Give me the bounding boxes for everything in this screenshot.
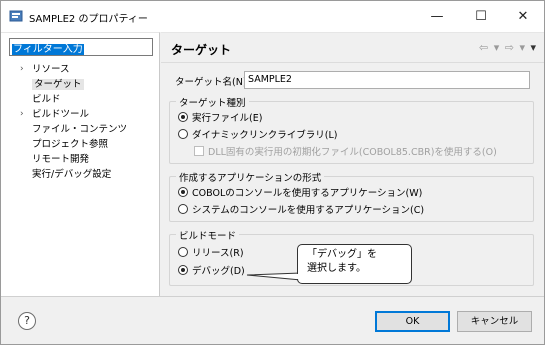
radio-label: リリース(R) <box>192 248 244 259</box>
sidebar-item-label: リソース <box>32 64 70 75</box>
sidebar-item-label: リモート開発 <box>32 154 90 165</box>
back-arrow-icon[interactable]: ⇦ <box>479 41 488 54</box>
radio-checked-icon[interactable] <box>178 112 188 122</box>
group-title: ターゲット種別 <box>176 95 249 109</box>
button-bar: ? OK キャンセル <box>1 296 544 344</box>
radio-dll[interactable]: ダイナミックリンクライブラリ(L) <box>178 129 338 143</box>
sidebar-item-file-contents[interactable]: ファイル・コンテンツ <box>32 122 127 137</box>
cancel-button[interactable]: キャンセル <box>457 311 532 332</box>
back-dropdown-icon[interactable]: ▾ <box>494 41 500 54</box>
radio-label: COBOLのコンソールを使用するアプリケーション(W) <box>192 188 423 199</box>
filter-input[interactable]: フィルター入力 <box>9 38 153 56</box>
radio-executable[interactable]: 実行ファイル(E) <box>178 112 262 126</box>
sidebar-item-build[interactable]: ビルド <box>32 92 61 107</box>
radio-label: 実行ファイル(E) <box>192 113 263 124</box>
forward-dropdown-icon[interactable]: ▾ <box>519 41 525 54</box>
sidebar-item-label: ターゲット <box>32 79 84 90</box>
radio-cobol-console[interactable]: COBOLのコンソールを使用するアプリケーション(W) <box>178 187 422 201</box>
sidebar: フィルター入力 › リソース ターゲット ビルド › ビルドツール ファイル・コ… <box>1 32 160 296</box>
maximize-button[interactable]: ☐ <box>459 1 503 32</box>
filter-input-text: フィルター入力 <box>12 44 84 55</box>
close-button[interactable]: ✕ <box>501 1 545 32</box>
app-format-group: 作成するアプリケーションの形式 COBOLのコンソールを使用するアプリケーション… <box>169 170 534 222</box>
radio-checked-icon[interactable] <box>178 187 188 197</box>
page-title: ターゲット <box>171 43 232 57</box>
sidebar-item-resource[interactable]: › リソース <box>20 62 70 77</box>
help-icon[interactable]: ? <box>18 312 36 330</box>
sidebar-item-project-ref[interactable]: プロジェクト参照 <box>32 137 108 152</box>
app-icon <box>9 10 23 22</box>
sidebar-item-label: ビルドツール <box>32 109 90 120</box>
callout-line-2: 選択します。 <box>307 263 366 274</box>
sidebar-item-label: ファイル・コンテンツ <box>32 124 128 135</box>
sidebar-item-build-tool[interactable]: › ビルドツール <box>20 107 90 122</box>
forward-arrow-icon[interactable]: ⇨ <box>505 41 514 54</box>
instruction-callout: 「デバッグ」を 選択します。 <box>297 244 412 284</box>
checkbox-label: DLL固有の実行用の初期化ファイル(COBOL85.CBR)を使用する(O) <box>208 147 497 158</box>
radio-label: システムのコンソールを使用するアプリケーション(C) <box>192 205 425 216</box>
radio-system-console[interactable]: システムのコンソールを使用するアプリケーション(C) <box>178 204 424 218</box>
title-bar: SAMPLE2 のプロパティー — ☐ ✕ <box>1 1 544 32</box>
radio-label: デバッグ(D) <box>192 266 245 277</box>
page-header: ターゲット ⇦ ▾ ⇨ ▾ ▾ <box>161 33 544 63</box>
view-menu-icon[interactable]: ▾ <box>530 41 536 54</box>
ok-button[interactable]: OK <box>375 311 450 332</box>
radio-unchecked-icon[interactable] <box>178 247 188 257</box>
sidebar-item-target[interactable]: ターゲット <box>32 77 84 92</box>
radio-release[interactable]: リリース(R) <box>178 247 244 261</box>
radio-checked-icon[interactable] <box>178 265 188 275</box>
dll-init-checkbox: DLL固有の実行用の初期化ファイル(COBOL85.CBR)を使用する(O) <box>194 146 497 160</box>
minimize-button[interactable]: — <box>415 1 459 32</box>
target-name-label: ターゲット名(N): <box>175 77 250 88</box>
sidebar-item-label: ビルド <box>32 94 61 105</box>
nav-toolbar: ⇦ ▾ ⇨ ▾ ▾ <box>477 41 536 54</box>
group-title: ビルドモード <box>176 228 240 242</box>
chevron-right-icon[interactable]: › <box>20 107 24 122</box>
radio-debug[interactable]: デバッグ(D) <box>178 265 245 279</box>
sidebar-item-remote-dev[interactable]: リモート開発 <box>32 152 89 167</box>
chevron-right-icon[interactable]: › <box>20 62 24 77</box>
radio-label: ダイナミックリンクライブラリ(L) <box>192 130 338 141</box>
radio-unchecked-icon[interactable] <box>178 129 188 139</box>
group-title: 作成するアプリケーションの形式 <box>176 170 325 184</box>
sidebar-item-label: 実行/デバッグ設定 <box>32 169 112 180</box>
radio-unchecked-icon[interactable] <box>178 204 188 214</box>
callout-line-1: 「デバッグ」を <box>307 249 377 260</box>
target-type-group: ターゲット種別 実行ファイル(E) ダイナミックリンクライブラリ(L) DLL固… <box>169 95 534 164</box>
sidebar-item-run-debug[interactable]: 実行/デバッグ設定 <box>32 167 111 182</box>
target-name-field[interactable]: SAMPLE2 <box>244 71 530 89</box>
checkbox-icon <box>194 146 204 156</box>
properties-dialog: SAMPLE2 のプロパティー — ☐ ✕ フィルター入力 › リソース ターゲ… <box>0 0 545 345</box>
window-title: SAMPLE2 のプロパティー <box>29 14 148 25</box>
sidebar-item-label: プロジェクト参照 <box>32 139 109 150</box>
